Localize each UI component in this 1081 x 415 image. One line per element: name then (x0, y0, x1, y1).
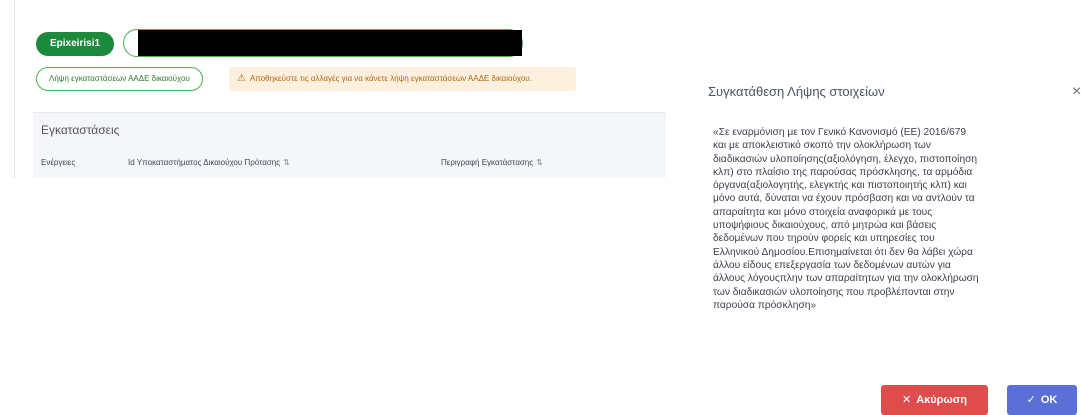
redacted-block (138, 30, 522, 56)
warning-triangle-icon: ⚠ (237, 73, 246, 84)
warning-text: Αποθηκεύστε τις αλλαγές για να κάνετε λή… (249, 74, 532, 83)
ok-button[interactable]: ✓ OK (1007, 385, 1077, 415)
warning-message: ⚠ Αποθηκεύστε τις αλλαγές για να κάνετε λ… (229, 67, 576, 91)
fetch-installations-button[interactable]: Λήψη εγκαταστάσεων ΑΑΔΕ δικαιούχου (36, 67, 203, 91)
column-header-description[interactable]: Περιγραφή Εγκατάστασης ⇅ (441, 158, 543, 167)
left-border (14, 0, 15, 178)
consent-text: «Σε εναρμόνιση με τον Γενικό Κανονισμό (… (713, 127, 979, 311)
column-header-actions[interactable]: Ενέργειες (41, 158, 75, 167)
cancel-button[interactable]: ✕ Ακύρωση (881, 385, 988, 415)
close-icon[interactable]: × (1072, 82, 1081, 102)
ok-label: OK (1040, 394, 1058, 406)
column-label: Id Υποκαταστήματος Δικαιούχου Πρότασης (128, 158, 281, 167)
sort-icon[interactable]: ⇅ (283, 158, 290, 167)
section-title: Εγκαταστάσεις (33, 112, 666, 148)
table-header-row: Ενέργειες Id Υποκαταστήματος Δικαιούχου … (33, 148, 666, 178)
consent-dialog: Συγκατάθεση Λήψης στοιχείων × «Σε εναρμό… (688, 60, 1081, 415)
sort-icon[interactable]: ⇅ (536, 158, 543, 167)
cancel-label: Ακύρωση (916, 394, 968, 406)
column-label: Περιγραφή Εγκατάστασης (441, 158, 534, 167)
check-icon: ✓ (1026, 394, 1036, 406)
business-chip[interactable]: Epixeirisi1 (36, 32, 115, 56)
background-page: Epixeirisi1 Λήψη εγκαταστάσεων ΑΑΔΕ δικα… (0, 0, 680, 414)
dialog-title: Συγκατάθεση Λήψης στοιχείων (708, 84, 885, 99)
column-header-branch-id[interactable]: Id Υποκαταστήματος Δικαιούχου Πρότασης ⇅ (128, 158, 290, 167)
close-x-icon: ✕ (901, 394, 912, 406)
